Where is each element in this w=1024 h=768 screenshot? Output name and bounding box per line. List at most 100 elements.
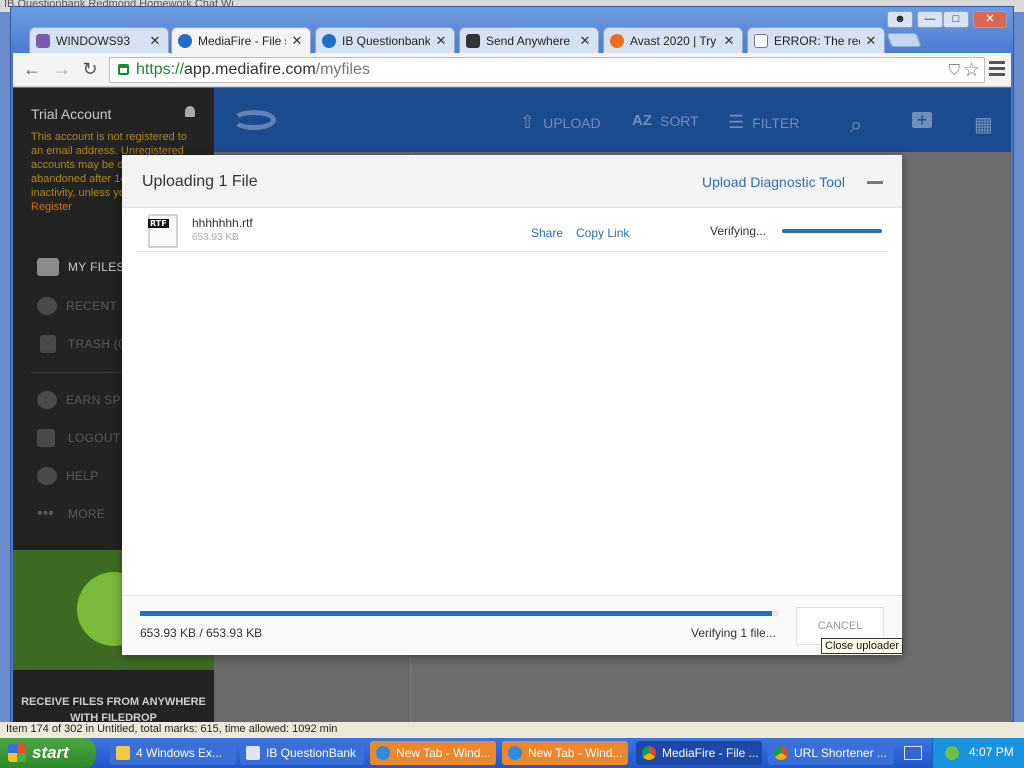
menu-icon[interactable]: [989, 61, 1005, 79]
task-label: IB QuestionBank: [266, 746, 357, 760]
filedrop-caption: RECEIVE FILES FROM ANYWHERE WITH FILEDRO…: [21, 696, 206, 722]
sidebar-item-label: MORE: [68, 507, 106, 521]
sidebar-item-my-files[interactable]: MY FILES: [37, 255, 125, 279]
page-icon: [754, 33, 768, 48]
sidebar-item-trash[interactable]: TRASH (0: [37, 332, 125, 356]
close-icon[interactable]: ✕: [434, 33, 448, 49]
sort-button[interactable]: AZ SORT: [632, 112, 699, 129]
task-label: New Tab - Wind...: [528, 746, 623, 760]
windows-flag-icon: [8, 744, 26, 762]
tab-strip: WINDOWS93 ✕ MediaFire - File sh ✕ IB Que…: [11, 7, 1013, 54]
taskbar-item-new-tab-2[interactable]: New Tab - Wind...: [502, 741, 628, 765]
sidebar-item-label: EARN SP: [66, 393, 121, 407]
sidebar-item-more[interactable]: ••• MORE: [37, 502, 105, 526]
new-folder-button[interactable]: +: [912, 111, 940, 129]
star-icon[interactable]: ☆: [963, 59, 980, 82]
tab-avast[interactable]: Avast 2020 | Try A ✕: [603, 27, 743, 53]
keyboard-icon[interactable]: [904, 746, 922, 760]
filter-button[interactable]: ☰ FILTER: [728, 112, 799, 133]
browser-toolbar: ← → ↻ https://app.mediafire.com/myfiles …: [13, 53, 1011, 87]
taskbar-item-url-shortener[interactable]: URL Shortener ...: [768, 741, 894, 765]
tab-windows93[interactable]: WINDOWS93 ✕: [29, 27, 169, 53]
trash-icon: [40, 335, 56, 353]
task-label: URL Shortener ...: [794, 746, 887, 760]
new-tab-button[interactable]: [886, 33, 922, 47]
rtf-file-icon: RTF: [148, 214, 178, 248]
upload-dialog: Uploading 1 File Upload Diagnostic Tool …: [122, 155, 902, 655]
close-icon[interactable]: ✕: [290, 33, 304, 49]
upload-button[interactable]: ⇧ UPLOAD: [520, 112, 601, 133]
help-icon: [37, 467, 57, 485]
upload-file-row: RTF hhhhhhh.rtf 653.93 KB Share Copy Lin…: [136, 209, 888, 252]
tab-label: Avast 2020 | Try A: [630, 33, 718, 48]
sidebar-item-recent[interactable]: RECENT: [37, 294, 117, 318]
account-title: Trial Account: [31, 106, 112, 122]
sort-label: SORT: [660, 112, 699, 129]
grid-view-button[interactable]: ▦: [974, 112, 1001, 137]
file-status: Verifying...: [710, 224, 767, 238]
sidebar-item-earn-space[interactable]: EARN SP: [37, 388, 121, 412]
url-text: https://app.mediafire.com/myfiles: [136, 61, 370, 79]
task-label: 4 Windows Ex...: [136, 746, 223, 760]
total-size: 653.93 KB / 653.93 KB: [140, 626, 263, 640]
folder-icon: [116, 746, 130, 760]
network-icon[interactable]: [945, 746, 959, 760]
top-bar: ⇧ UPLOAD AZ SORT ☰ FILTER ⌕ + ▦: [214, 88, 1011, 152]
tab-error[interactable]: ERROR: The requ ✕: [747, 27, 885, 53]
taskbar-item-explorer[interactable]: 4 Windows Ex...: [110, 741, 236, 765]
filter-label: FILTER: [752, 114, 800, 131]
sidebar-item-label: HELP: [66, 469, 99, 483]
more-icon: •••: [37, 505, 54, 522]
file-name: hhhhhhh.rtf: [192, 216, 253, 230]
close-icon[interactable]: ✕: [148, 33, 162, 49]
bell-icon[interactable]: [185, 106, 195, 117]
upload-diagnostic-link[interactable]: Upload Diagnostic Tool: [702, 174, 845, 190]
clock-icon: [37, 297, 57, 315]
ie-icon: [508, 746, 522, 760]
file-progress-fill: [782, 229, 882, 233]
ie-icon: [376, 746, 390, 760]
url-host: app.mediafire.com: [184, 61, 316, 78]
file-size: 653.93 KB: [192, 232, 239, 243]
tab-send-anywhere[interactable]: Send Anywhere - I ✕: [459, 27, 599, 53]
file-type-badge: RTF: [148, 219, 169, 228]
taskbar-item-mediafire[interactable]: MediaFire - File ...: [636, 741, 762, 765]
close-window-button[interactable]: ✕: [973, 11, 1007, 28]
close-icon[interactable]: ✕: [864, 33, 878, 49]
tab-ib-questionbank[interactable]: IB Questionbank E ✕: [315, 27, 455, 53]
close-icon[interactable]: ✕: [578, 33, 592, 49]
reload-icon[interactable]: ↻: [79, 59, 101, 81]
minimize-button[interactable]: —: [917, 11, 943, 28]
start-label: start: [32, 743, 69, 762]
address-bar[interactable]: https://app.mediafire.com/myfiles ⛉ ☆: [109, 57, 985, 83]
tab-label: MediaFire - File sh: [198, 34, 286, 48]
copy-link[interactable]: Copy Link: [576, 226, 629, 240]
status-bar: Item 174 of 302 in Untitled, total marks…: [0, 722, 1024, 738]
upload-label: UPLOAD: [543, 114, 601, 131]
share-link[interactable]: Share: [531, 226, 563, 240]
chat-icon: [466, 33, 480, 48]
task-label: New Tab - Wind...: [396, 746, 491, 760]
sidebar-item-help[interactable]: HELP: [37, 464, 99, 488]
lock-icon: [118, 64, 129, 75]
windows93-icon: [36, 33, 50, 48]
back-icon[interactable]: ←: [21, 59, 43, 81]
user-button[interactable]: ☻: [887, 11, 913, 28]
start-button[interactable]: start: [0, 738, 96, 768]
forward-icon[interactable]: →: [51, 59, 73, 81]
task-label: MediaFire - File ...: [662, 746, 759, 760]
mediafire-logo[interactable]: [232, 110, 276, 130]
tab-mediafire[interactable]: MediaFire - File sh ✕: [171, 27, 311, 54]
close-icon[interactable]: ✕: [722, 33, 736, 49]
shield-icon[interactable]: ⛉: [949, 62, 960, 79]
search-button[interactable]: ⌕: [850, 112, 870, 138]
taskbar-item-ib-questionbank[interactable]: IB QuestionBank: [240, 741, 364, 765]
upload-icon: ⇧: [520, 112, 536, 132]
maximize-button[interactable]: □: [943, 11, 969, 28]
taskbar-item-new-tab-1[interactable]: New Tab - Wind...: [370, 741, 496, 765]
minimize-icon[interactable]: [867, 181, 883, 184]
sidebar-item-logout[interactable]: LOGOUT: [37, 426, 120, 450]
sort-icon: AZ: [632, 112, 652, 129]
total-status: Verifying 1 file...: [691, 626, 776, 640]
grid-icon: ▦: [974, 114, 993, 136]
